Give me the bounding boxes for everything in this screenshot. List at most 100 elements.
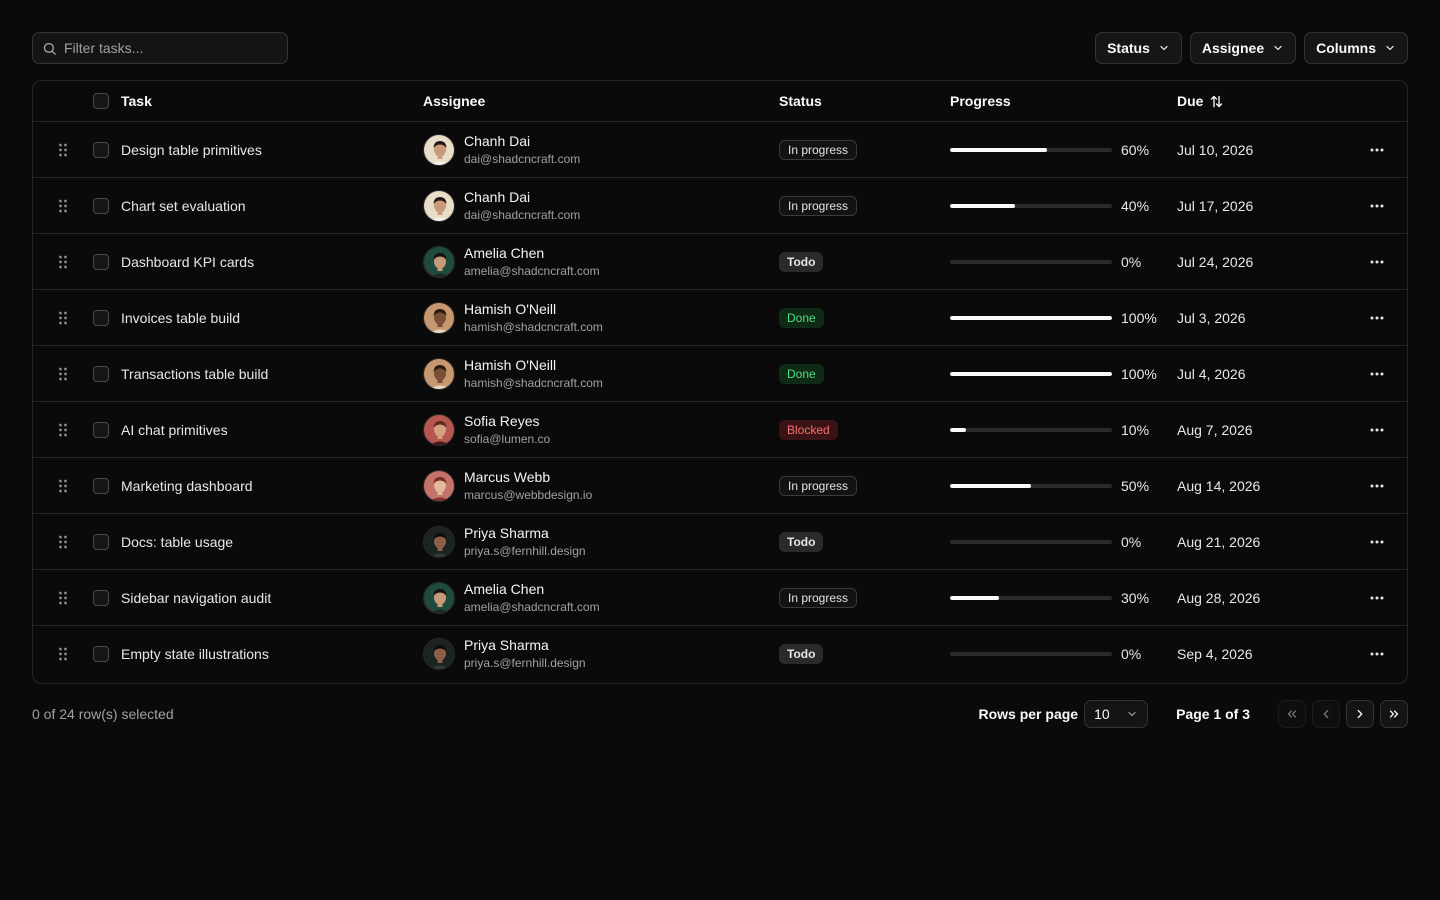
avatar: [423, 301, 455, 334]
drag-handle-icon[interactable]: [58, 255, 68, 269]
chevrons-left-icon: [1287, 710, 1297, 718]
table-row[interactable]: Marketing dashboard Marcus Webb marcus@web…: [33, 458, 1407, 514]
more-horizontal-icon[interactable]: [1370, 260, 1384, 264]
drag-handle-icon[interactable]: [58, 479, 68, 493]
assignee-name: Marcus Webb: [464, 468, 551, 485]
row-checkbox[interactable]: [93, 646, 109, 662]
avatar: [423, 189, 455, 222]
progress-bar: [950, 203, 1112, 208]
more-horizontal-icon[interactable]: [1370, 596, 1384, 600]
avatar: [423, 638, 455, 670]
progress-percent: 10%: [1121, 421, 1150, 438]
more-horizontal-icon[interactable]: [1370, 484, 1384, 488]
more-horizontal-icon[interactable]: [1370, 204, 1384, 208]
progress-percent: 0%: [1121, 253, 1142, 270]
progress-percent: 40%: [1121, 197, 1150, 214]
row-checkbox[interactable]: [93, 533, 109, 550]
table-body: Design table primitives Chanh Dai dai@shad…: [33, 122, 1407, 682]
assignee-email: hamish@shadcncraft.com: [464, 319, 603, 334]
due-date: Aug 14, 2026: [1177, 477, 1261, 494]
assignee-email: sofia@lumen.co: [464, 431, 551, 446]
chevron-down-icon: [1160, 45, 1168, 51]
status-badge: Blocked: [779, 419, 838, 440]
drag-handle-icon[interactable]: [58, 535, 68, 549]
rows-per-page-select[interactable]: 10: [1084, 700, 1149, 728]
drag-handle-icon[interactable]: [58, 199, 68, 213]
select-all-checkbox[interactable]: [93, 93, 109, 109]
task-title: Chart set evaluation: [121, 197, 246, 214]
assignee-name: Chanh Dai: [464, 132, 531, 149]
status-filter-button[interactable]: Status: [1095, 32, 1182, 64]
columns-button[interactable]: Columns: [1304, 32, 1408, 64]
columns-label: Columns: [1316, 40, 1376, 56]
status-badge: Todo: [779, 251, 824, 272]
toolbar: Status Assignee Columns: [32, 32, 1408, 64]
row-checkbox[interactable]: [93, 309, 109, 326]
more-horizontal-icon[interactable]: [1370, 652, 1384, 656]
progress-bar: [950, 652, 1112, 656]
progress-fill: [950, 315, 1112, 320]
drag-handle-icon[interactable]: [58, 367, 68, 381]
more-horizontal-icon[interactable]: [1370, 540, 1384, 544]
row-checkbox[interactable]: [93, 197, 109, 214]
previous-page-button[interactable]: [1312, 700, 1340, 728]
drag-handle-icon[interactable]: [58, 143, 68, 157]
table-row[interactable]: Transactions table build Hamish O'Neill ha…: [33, 346, 1407, 402]
drag-handle-icon[interactable]: [58, 591, 68, 605]
table-row[interactable]: Design table primitives Chanh Dai dai@shad…: [33, 122, 1407, 178]
chevron-left-icon: [1323, 709, 1329, 719]
more-horizontal-icon[interactable]: [1370, 316, 1384, 320]
search-field[interactable]: [32, 32, 288, 64]
table-footer: 0 of 24 row(s) selected Rows per page 10…: [32, 700, 1408, 728]
assignee-email: amelia@shadcncraft.com: [464, 263, 600, 278]
row-checkbox[interactable]: [93, 253, 109, 270]
row-checkbox[interactable]: [93, 477, 109, 494]
table-row[interactable]: Empty state illustrations Priya Sharma pri…: [33, 626, 1407, 682]
avatar: [423, 245, 455, 278]
more-horizontal-icon[interactable]: [1370, 148, 1384, 152]
progress-percent: 100%: [1121, 309, 1157, 326]
status-badge: Done: [779, 307, 824, 328]
table-row[interactable]: Docs: table usage Priya Sharma priya.s@fer…: [33, 514, 1407, 570]
search-input[interactable]: [64, 40, 264, 56]
progress-bar: [950, 539, 1112, 544]
progress-fill: [950, 483, 1031, 488]
table-row[interactable]: Dashboard KPI cards Amelia Chen amelia@sha…: [33, 234, 1407, 290]
next-page-button[interactable]: [1346, 700, 1374, 728]
row-checkbox[interactable]: [93, 421, 109, 438]
last-page-button[interactable]: [1380, 700, 1408, 728]
task-title: Design table primitives: [121, 141, 262, 158]
row-checkbox[interactable]: [93, 365, 109, 382]
drag-handle-icon[interactable]: [58, 647, 68, 661]
selection-count: 0 of 24 row(s) selected: [32, 706, 174, 722]
avatar: [423, 525, 455, 558]
status-filter-label: Status: [1107, 40, 1150, 56]
status-badge: In progress: [779, 587, 858, 608]
progress-percent: 0%: [1121, 646, 1142, 662]
sort-due-button[interactable]: Due: [1177, 93, 1224, 109]
avatar: [423, 581, 455, 614]
more-horizontal-icon[interactable]: [1370, 372, 1384, 376]
table-row[interactable]: Invoices table build Hamish O'Neill hamish…: [33, 290, 1407, 346]
row-checkbox[interactable]: [93, 589, 109, 606]
drag-handle-icon[interactable]: [58, 311, 68, 325]
assignee-email: dai@shadcncraft.com: [464, 207, 581, 222]
first-page-button[interactable]: [1278, 700, 1306, 728]
progress-percent: 0%: [1121, 533, 1142, 550]
drag-handle-icon[interactable]: [58, 423, 68, 437]
progress-percent: 50%: [1121, 477, 1150, 494]
table-header: Task Assignee Status Progress Due: [33, 81, 1407, 122]
status-badge: In progress: [779, 475, 858, 496]
table-row[interactable]: Chart set evaluation Chanh Dai dai@shadcnc…: [33, 178, 1407, 234]
assignee-filter-button[interactable]: Assignee: [1189, 32, 1297, 64]
progress-bar: [950, 483, 1112, 488]
more-horizontal-icon[interactable]: [1370, 428, 1384, 432]
table-row[interactable]: Sidebar navigation audit Amelia Chen ameli…: [33, 570, 1407, 626]
assignee-name: Amelia Chen: [464, 244, 545, 261]
table-row[interactable]: AI chat primitives Sofia Reyes sofia@lumen…: [33, 402, 1407, 458]
avatar: [423, 413, 455, 446]
status-badge: Todo: [779, 531, 824, 552]
chevron-right-icon: [1357, 709, 1363, 719]
status-badge: In progress: [779, 139, 858, 160]
row-checkbox[interactable]: [93, 141, 109, 158]
